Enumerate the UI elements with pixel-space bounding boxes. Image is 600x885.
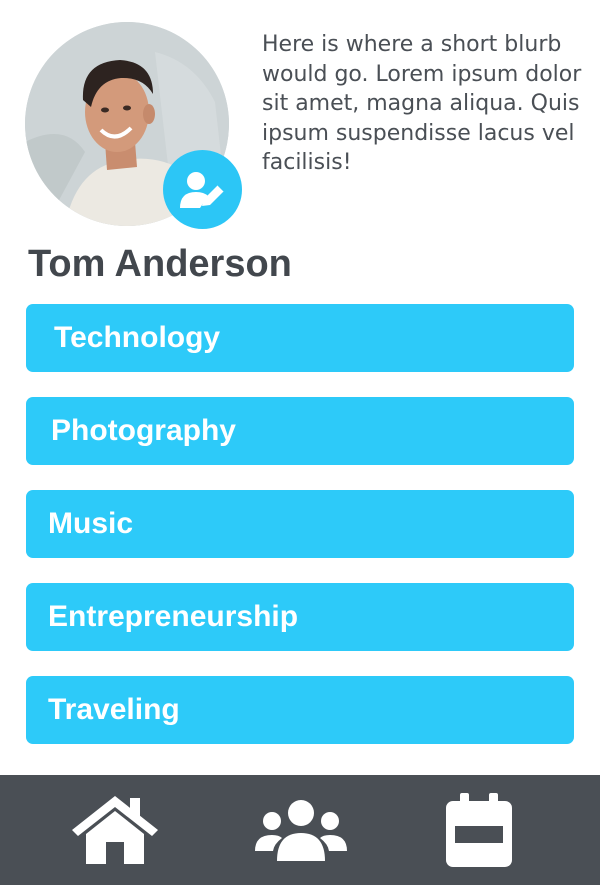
bottom-nav [0,775,600,885]
interest-technology-button[interactable]: Technology [26,304,574,372]
users-icon [254,800,347,861]
interest-entrepreneurship-button[interactable]: Entrepreneurship [26,583,574,651]
profile-name: Tom Anderson [28,243,292,285]
profile-blurb: Here is where a short blurb would go. Lo… [262,32,582,175]
user-edit-icon [179,171,225,208]
nav-community-button[interactable] [248,787,353,873]
home-icon [72,796,158,864]
interest-traveling-button[interactable]: Traveling [26,676,574,744]
edit-profile-button[interactable] [163,150,242,229]
calendar-icon [446,793,512,867]
interest-photography-button[interactable]: Photography [26,397,574,465]
nav-home-button[interactable] [65,787,165,873]
interest-music-button[interactable]: Music [26,490,574,558]
nav-calendar-button[interactable] [437,787,521,873]
